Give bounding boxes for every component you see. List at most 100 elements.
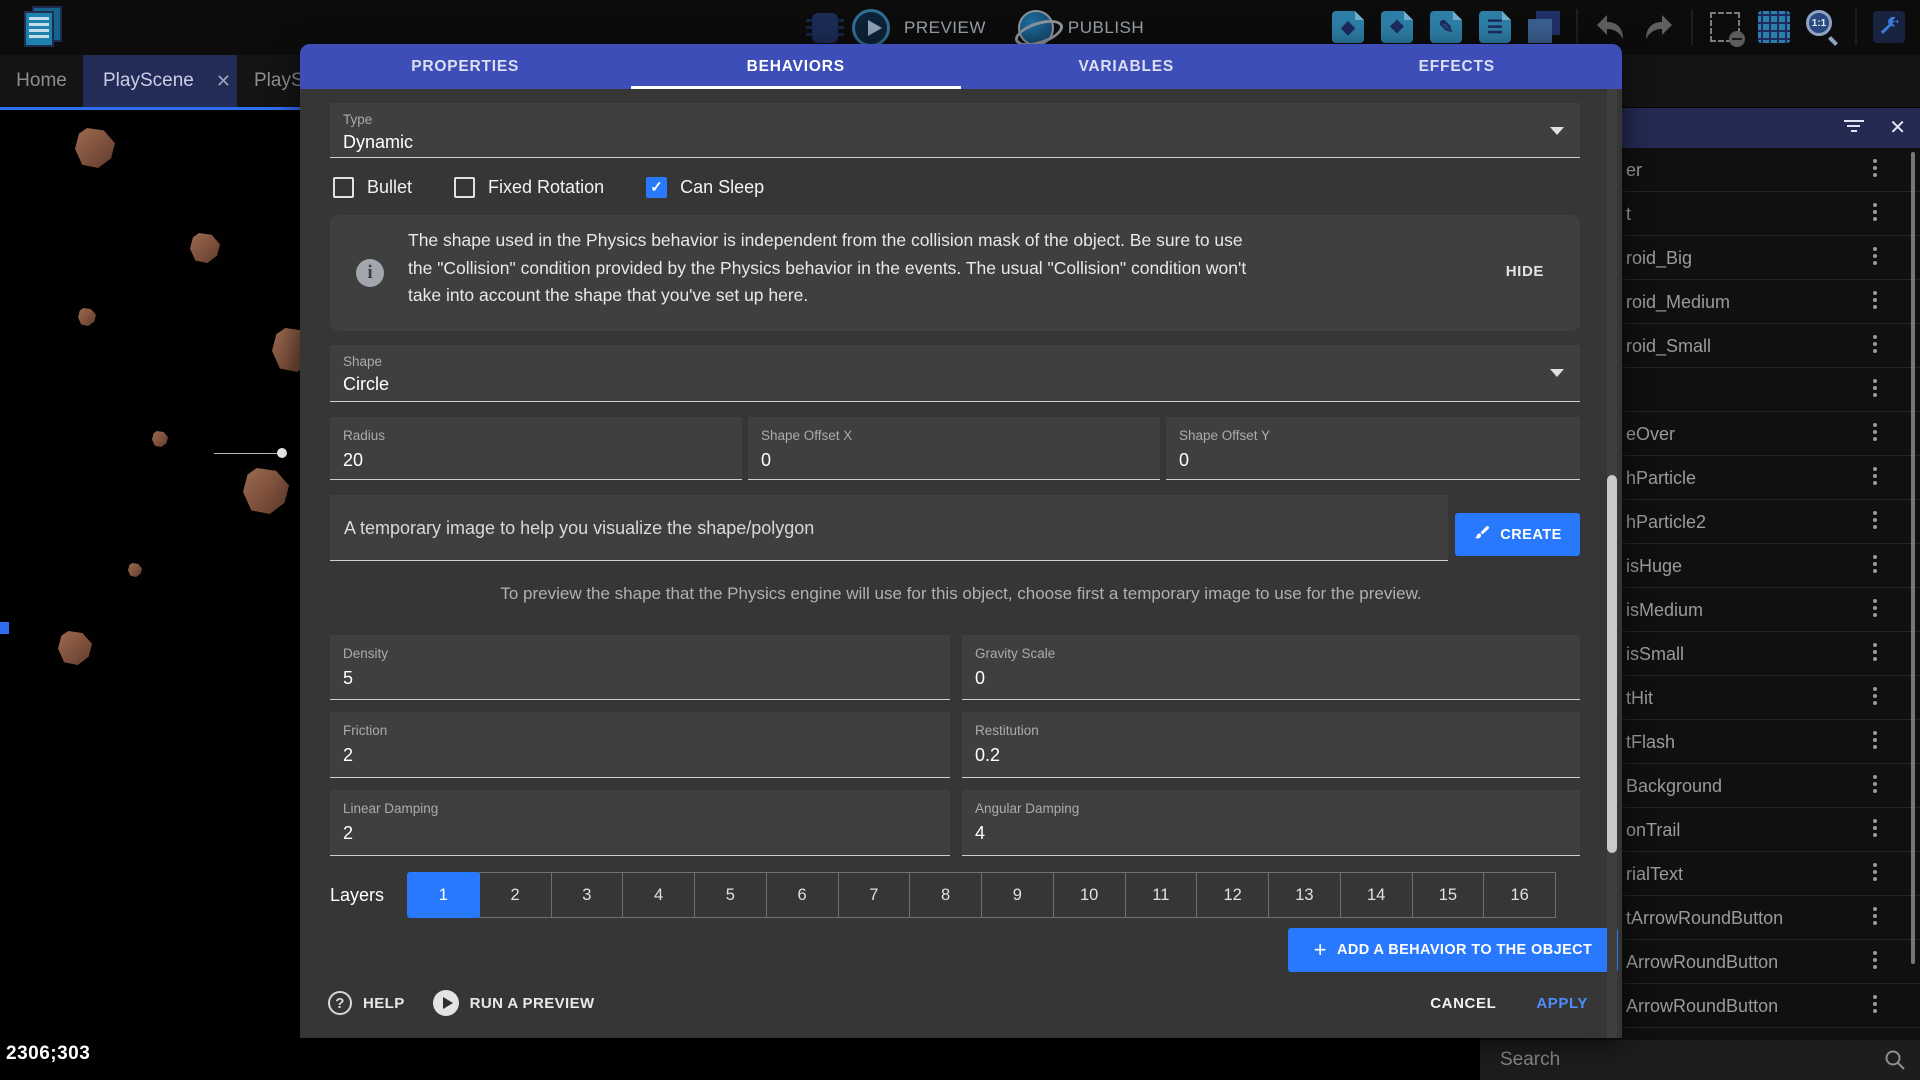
density-field[interactable]: Density 5 (330, 635, 950, 700)
kebab-menu-icon[interactable] (1872, 995, 1878, 1016)
kebab-menu-icon[interactable] (1872, 247, 1878, 268)
toolbar-separator (1855, 9, 1857, 45)
can-sleep-checkbox-group[interactable]: ✓ Can Sleep (646, 177, 764, 198)
publish-button[interactable]: PUBLISH (1068, 18, 1144, 38)
layer-button[interactable]: 10 (1053, 872, 1126, 918)
tab-properties[interactable]: PROPERTIES (300, 44, 631, 89)
layer-button[interactable]: 8 (909, 872, 982, 918)
object-name: isMedium (1626, 588, 1703, 632)
friction-field[interactable]: Friction 2 (330, 712, 950, 778)
kebab-menu-icon[interactable] (1872, 423, 1878, 444)
layer-button[interactable]: 14 (1340, 872, 1413, 918)
filter-icon[interactable] (1844, 120, 1864, 136)
run-preview-button[interactable]: RUN A PREVIEW (433, 990, 595, 1016)
kebab-menu-icon[interactable] (1872, 819, 1878, 840)
kebab-menu-icon[interactable] (1872, 555, 1878, 576)
kebab-menu-icon[interactable] (1872, 599, 1878, 620)
can-sleep-checkbox[interactable]: ✓ (646, 177, 667, 198)
layer-button[interactable]: 16 (1483, 872, 1556, 918)
settings-wrench-icon[interactable] (1872, 10, 1906, 44)
layer-button[interactable]: 3 (551, 872, 624, 918)
objects-editor-icon[interactable]: ◆ (1331, 10, 1365, 44)
shape-offset-y-field[interactable]: Shape Offset Y 0 (1166, 417, 1580, 480)
gravity-scale-field[interactable]: Gravity Scale 0 (962, 635, 1580, 700)
selection-handle[interactable] (277, 448, 287, 458)
physics-flags-row: Bullet Fixed Rotation ✓ Can Sleep (333, 174, 764, 200)
layer-button[interactable]: 11 (1125, 872, 1198, 918)
kebab-menu-icon[interactable] (1872, 467, 1878, 488)
fixed-rotation-checkbox[interactable] (454, 177, 475, 198)
kebab-menu-icon[interactable] (1872, 203, 1878, 224)
bullet-checkbox-group[interactable]: Bullet (333, 177, 412, 198)
zoom-reset-icon[interactable]: 1:1 (1806, 10, 1840, 44)
chevron-down-icon (1550, 369, 1564, 377)
tab-effects[interactable]: EFFECTS (1292, 44, 1623, 89)
kebab-menu-icon[interactable] (1872, 335, 1878, 356)
layer-button[interactable]: 5 (694, 872, 767, 918)
preview-button[interactable]: PREVIEW (904, 18, 986, 38)
properties-pencil-icon[interactable]: ✎ (1429, 10, 1463, 44)
kebab-menu-icon[interactable] (1872, 643, 1878, 664)
project-manager-icon[interactable] (24, 6, 70, 52)
kebab-menu-icon[interactable] (1872, 775, 1878, 796)
close-tab-icon[interactable]: ✕ (216, 71, 231, 92)
fixed-rotation-checkbox-group[interactable]: Fixed Rotation (454, 177, 604, 198)
restitution-field[interactable]: Restitution 0.2 (962, 712, 1580, 778)
radius-field[interactable]: Radius 20 (330, 417, 742, 480)
kebab-menu-icon[interactable] (1872, 511, 1878, 532)
temp-image-field[interactable]: A temporary image to help you visualize … (330, 495, 1448, 561)
tab-playscene[interactable]: PlayScene ✕ (83, 55, 237, 107)
tab-variables[interactable]: VARIABLES (961, 44, 1292, 89)
help-button[interactable]: ? HELP (328, 991, 405, 1015)
layer-button[interactable]: 12 (1196, 872, 1269, 918)
apply-button[interactable]: APPLY (1536, 995, 1588, 1012)
layer-button[interactable]: 1 (407, 872, 480, 918)
kebab-menu-icon[interactable] (1872, 687, 1878, 708)
create-button[interactable]: CREATE (1455, 513, 1580, 556)
layer-button[interactable]: 6 (766, 872, 839, 918)
tab-behaviors[interactable]: BEHAVIORS (631, 44, 962, 89)
layer-button[interactable]: 9 (981, 872, 1054, 918)
shape-offset-x-field[interactable]: Shape Offset X 0 (748, 417, 1160, 480)
layer-button[interactable]: 7 (838, 872, 911, 918)
kebab-menu-icon[interactable] (1872, 159, 1878, 180)
selection-mask-icon[interactable] (1708, 10, 1742, 44)
close-icon[interactable]: ✕ (1889, 115, 1906, 140)
type-select[interactable]: Type Dynamic (330, 103, 1580, 158)
object-list-scrollbar[interactable] (1911, 152, 1915, 964)
grid-icon[interactable] (1757, 10, 1791, 44)
tab-home[interactable]: Home (0, 55, 83, 107)
plus-icon: + (1314, 937, 1327, 963)
linear-damping-field[interactable]: Linear Damping 2 (330, 790, 950, 856)
layer-button[interactable]: 13 (1268, 872, 1341, 918)
dialog-tab-bar: PROPERTIES BEHAVIORS VARIABLES EFFECTS (300, 44, 1622, 89)
angular-damping-field[interactable]: Angular Damping 4 (962, 790, 1580, 856)
kebab-menu-icon[interactable] (1872, 291, 1878, 312)
layer-button[interactable]: 15 (1412, 872, 1485, 918)
cancel-button[interactable]: CANCEL (1430, 995, 1496, 1012)
instances-list-icon[interactable]: ☰ (1478, 10, 1512, 44)
layer-button[interactable]: 2 (479, 872, 552, 918)
object-name: hParticle2 (1626, 500, 1706, 544)
redo-icon[interactable] (1642, 10, 1676, 44)
layer-button[interactable]: 4 (622, 872, 695, 918)
publish-globe-icon[interactable] (1018, 10, 1054, 46)
shape-select[interactable]: Shape Circle (330, 345, 1580, 402)
toolbar-separator (1691, 9, 1693, 45)
dialog-scrollbar-thumb[interactable] (1607, 475, 1617, 853)
object-groups-icon[interactable]: ❖ (1380, 10, 1414, 44)
debug-icon[interactable] (812, 13, 838, 43)
add-behavior-button[interactable]: + ADD A BEHAVIOR TO THE OBJECT (1288, 928, 1618, 972)
hide-button[interactable]: HIDE (1506, 263, 1544, 280)
kebab-menu-icon[interactable] (1872, 907, 1878, 928)
preview-play-icon[interactable] (852, 9, 890, 47)
bullet-checkbox[interactable] (333, 177, 354, 198)
kebab-menu-icon[interactable] (1872, 951, 1878, 972)
undo-icon[interactable] (1593, 10, 1627, 44)
search-icon (1884, 1049, 1906, 1076)
search-input[interactable] (1500, 1044, 1860, 1076)
kebab-menu-icon[interactable] (1872, 863, 1878, 884)
kebab-menu-icon[interactable] (1872, 379, 1878, 400)
layers-icon[interactable] (1527, 10, 1561, 44)
kebab-menu-icon[interactable] (1872, 731, 1878, 752)
